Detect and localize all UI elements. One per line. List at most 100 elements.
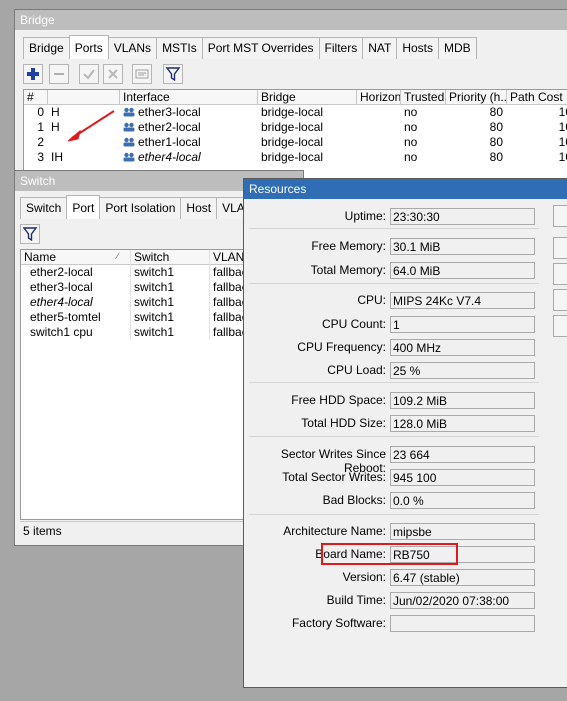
row-bridge: bridge-local xyxy=(261,135,324,149)
row-switch: switch1 xyxy=(134,295,175,309)
col-header-number[interactable]: # xyxy=(24,90,48,105)
row-priority: 80 xyxy=(489,150,503,164)
column-divider xyxy=(130,250,131,340)
col-header-trusted[interactable]: Trusted xyxy=(401,90,446,105)
pci-button[interactable] xyxy=(553,237,567,259)
bridge-tab-vlans[interactable]: VLANs xyxy=(107,37,158,59)
bridge-tab-filters[interactable]: Filters xyxy=(318,37,364,59)
factory-software-label: Factory Software: xyxy=(291,616,386,630)
row-switch: switch1 xyxy=(134,265,175,279)
build-time-label: Build Time: xyxy=(326,593,386,607)
usb-button[interactable] xyxy=(553,263,567,285)
total-memory-value: 64.0 MiB xyxy=(390,262,535,279)
row-bridge: bridge-local xyxy=(261,150,324,164)
board-name-highlight xyxy=(321,543,458,565)
total-memory-label: Total Memory: xyxy=(310,263,386,277)
switch-filter-button[interactable] xyxy=(20,224,40,244)
comment-icon xyxy=(135,69,149,79)
row-trusted: no xyxy=(404,135,418,149)
row-switch: switch1 xyxy=(134,325,175,339)
bridge-tab-ports[interactable]: Ports xyxy=(68,35,109,59)
row-interface: ether1-local xyxy=(120,135,258,150)
row-interface-label: ether1-local xyxy=(138,135,201,149)
cpu-label: CPU: xyxy=(357,293,386,307)
section-divider xyxy=(249,514,539,515)
col-header-priority[interactable]: Priority (h... xyxy=(446,90,507,105)
switch-tab-port[interactable]: Port xyxy=(66,195,101,219)
bad-blocks-label: Bad Blocks: xyxy=(322,493,386,507)
total-sector-writes-value: 945 100 xyxy=(390,469,535,486)
col-header-switch[interactable]: Switch xyxy=(131,250,210,265)
row-switch: switch1 xyxy=(134,310,175,324)
factory-software-value xyxy=(390,615,535,632)
col-header-interface[interactable]: Interface xyxy=(120,90,258,105)
remove-button[interactable] xyxy=(49,64,69,84)
row-name: ether3-local xyxy=(30,280,93,294)
col-header-name[interactable]: Name xyxy=(21,250,131,265)
cpu-load-label: CPU Load: xyxy=(327,363,386,377)
row-horizon xyxy=(357,150,401,165)
col-header-horizon[interactable]: Horizon xyxy=(357,90,401,105)
sort-indicator-icon: ⁄ xyxy=(117,251,119,261)
row-path-cost: 10 xyxy=(558,120,567,134)
switch-tab-port-isolation[interactable]: Port Isolation xyxy=(99,197,182,219)
switch-tab-host[interactable]: Host xyxy=(180,197,218,219)
row-interface: ether2-local xyxy=(120,120,258,135)
row-number: 1 xyxy=(37,120,44,134)
comment-button[interactable] xyxy=(132,64,152,84)
bad-blocks-value: 0.0 % xyxy=(390,492,535,509)
row-priority: 80 xyxy=(489,120,503,134)
filter-button[interactable] xyxy=(163,64,183,84)
minus-icon xyxy=(54,73,64,75)
irq-button[interactable] xyxy=(553,315,567,337)
col-header-bridge[interactable]: Bridge xyxy=(258,90,357,105)
build-time-value: Jun/02/2020 07:38:00 xyxy=(390,592,535,609)
cpu-button[interactable] xyxy=(553,289,567,311)
row-name: ether5-tomtel xyxy=(30,310,101,324)
col-header-path-cost[interactable]: Path Cost xyxy=(507,90,567,105)
switch-tabs: Switch Port Port Isolation Host VLAN xyxy=(20,195,260,219)
resources-window: Resources Uptime: 23:30:30 Free Memory: 30.… xyxy=(243,178,567,688)
row-number: 0 xyxy=(37,105,44,119)
enable-button[interactable] xyxy=(79,64,99,84)
row-interface: ether3-local xyxy=(120,105,258,120)
row-horizon xyxy=(357,105,401,120)
row-bridge: bridge-local xyxy=(261,120,324,134)
bridge-tabs: Bridge Ports VLANs MSTIs Port MST Overrides F… xyxy=(23,35,477,59)
check-icon xyxy=(83,69,95,80)
uptime-label: Uptime: xyxy=(344,209,386,223)
bridge-tab-hosts[interactable]: Hosts xyxy=(396,37,440,59)
row-bridge: bridge-local xyxy=(261,105,324,119)
col-header-flags[interactable] xyxy=(48,90,120,105)
row-interface-label: ether4-local xyxy=(138,150,201,164)
switch-tab-switch[interactable]: Switch xyxy=(20,197,68,219)
free-memory-label: Free Memory: xyxy=(311,239,386,253)
sector-writes-since-reboot-value: 23 664 xyxy=(390,446,535,463)
total-sector-writes-label: Total Sector Writes: xyxy=(282,470,386,484)
disable-button[interactable] xyxy=(103,64,123,84)
bridge-tab-mstis[interactable]: MSTIs xyxy=(156,37,203,59)
add-button[interactable] xyxy=(23,64,43,84)
row-path-cost: 10 xyxy=(558,135,567,149)
row-name: ether4-local xyxy=(30,295,93,309)
total-hdd-size-value: 128.0 MiB xyxy=(390,415,535,432)
resources-fields: Uptime: 23:30:30 Free Memory: 30.1 MiB Total… xyxy=(244,199,567,687)
cpu-count-value: 1 xyxy=(390,316,535,333)
free-hdd-space-value: 109.2 MiB xyxy=(390,392,535,409)
version-label: Version: xyxy=(342,570,386,584)
resources-window-title: Resources xyxy=(244,179,567,199)
cpu-value: MIPS 24Kc V7.4 xyxy=(390,292,535,309)
architecture-name-label: Architecture Name: xyxy=(283,524,386,538)
ok-button[interactable] xyxy=(553,205,567,227)
filter-icon xyxy=(22,227,38,242)
bridge-tab-port-mst-overrides[interactable]: Port MST Overrides xyxy=(201,37,320,59)
item-count: 5 items xyxy=(23,524,62,538)
bridge-tab-bridge[interactable]: Bridge xyxy=(23,37,70,59)
row-interface: ether4-local xyxy=(120,150,258,165)
cross-icon xyxy=(108,69,118,79)
filter-icon xyxy=(165,67,181,82)
row-name: switch1 cpu xyxy=(30,325,93,339)
bridge-tab-mdb[interactable]: MDB xyxy=(438,37,477,59)
row-trusted: no xyxy=(404,150,418,164)
bridge-tab-nat[interactable]: NAT xyxy=(362,37,398,59)
